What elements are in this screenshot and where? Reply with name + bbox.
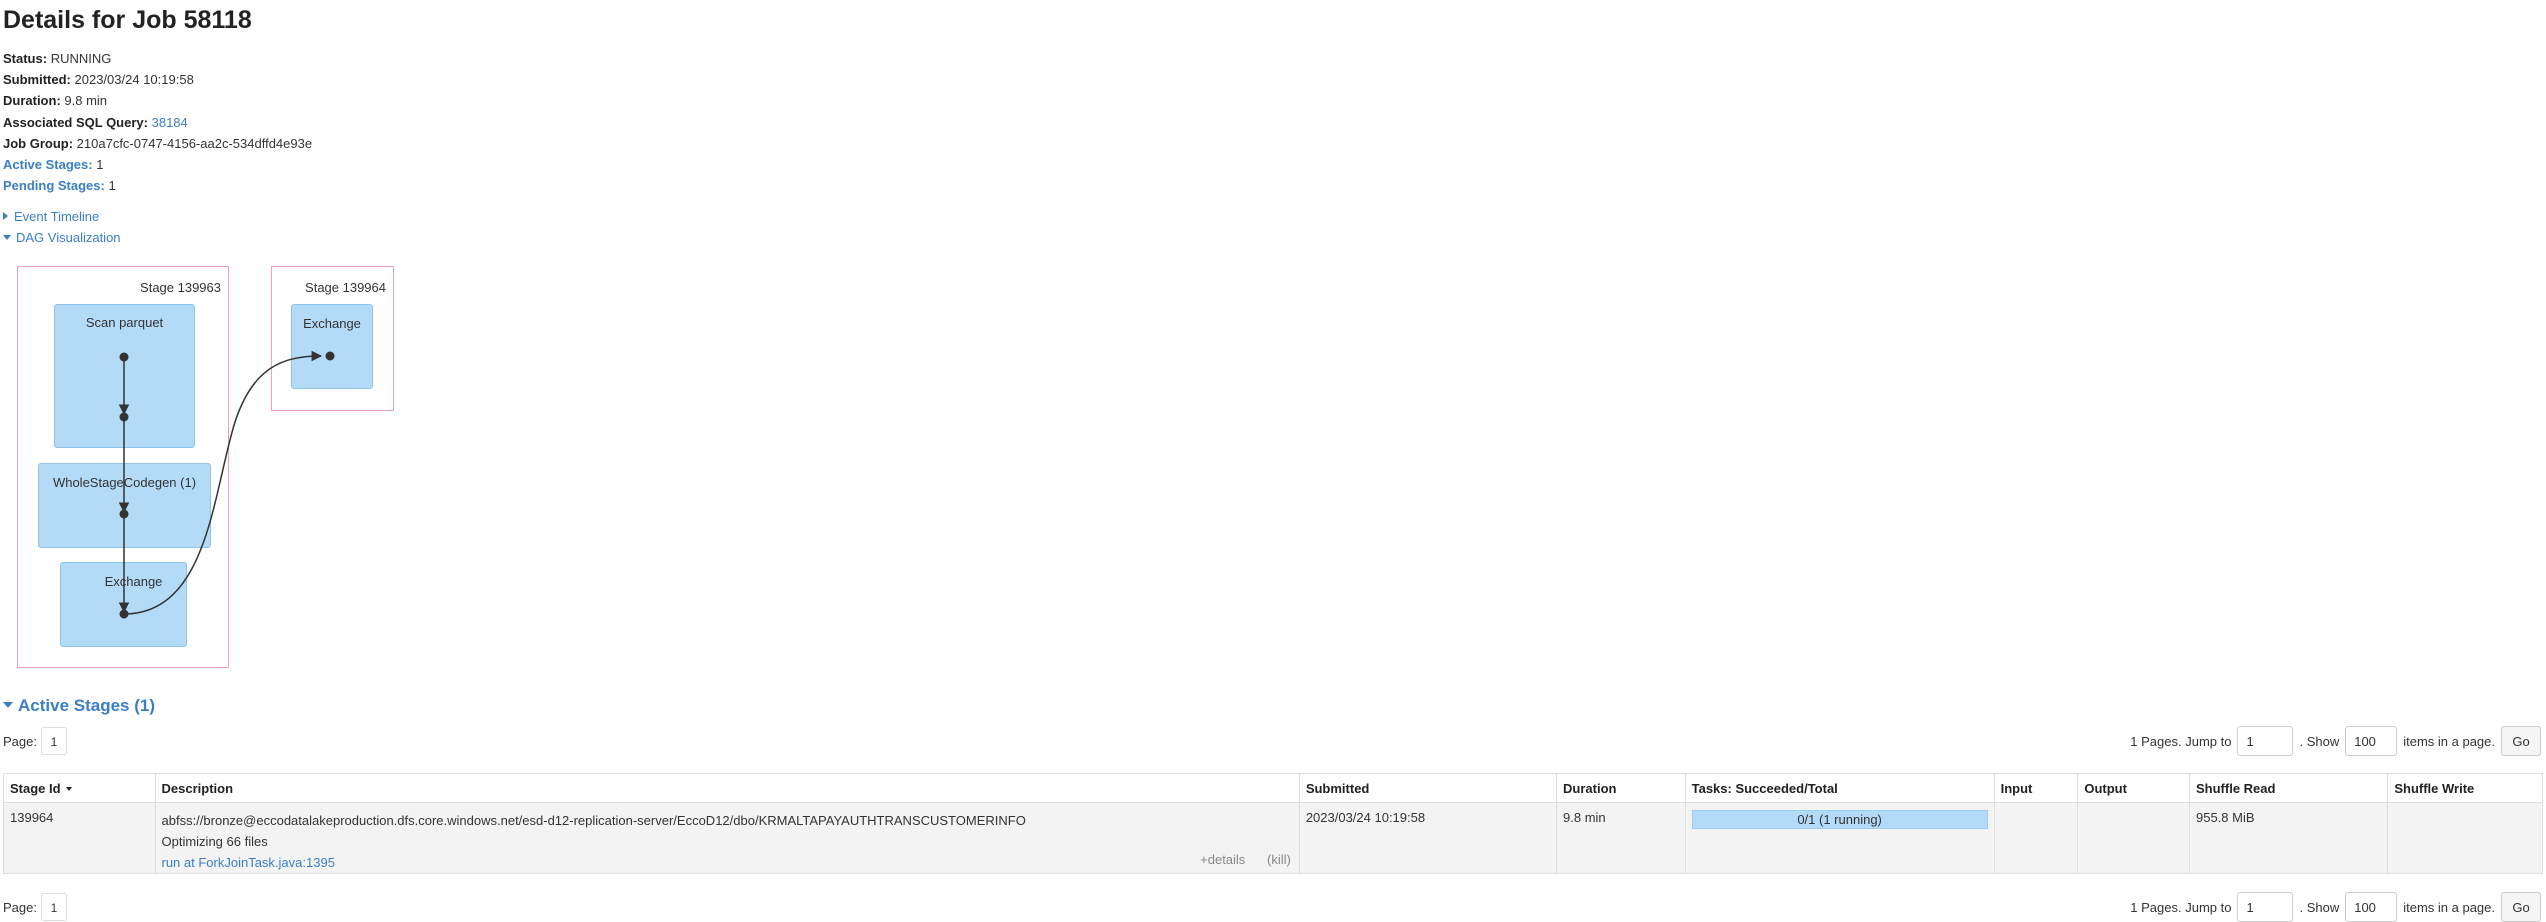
page-title: Details for Job 58118	[3, 6, 252, 34]
go-button[interactable]: Go	[2501, 892, 2541, 922]
cell-stage-id: 139964	[3, 802, 156, 874]
tasks-progress-bar: 0/1 (1 running)	[1691, 810, 1988, 829]
job-group-row: Job Group: 210a7cfc-0747-4156-aa2c-534df…	[3, 133, 312, 154]
pending-stages-row: Pending Stages: 1	[3, 175, 312, 196]
jump-to-page-input[interactable]	[2237, 726, 2294, 756]
cell-description: abfss://bronze@eccodatalakeproduction.df…	[154, 802, 1300, 874]
dag-node-scan-parquet[interactable]: Scan parquet	[54, 304, 195, 448]
status-value: RUNNING	[50, 51, 112, 66]
pending-stages-label: Pending Stages:	[3, 178, 105, 194]
column-label: Stage Id	[10, 780, 61, 796]
dag-visualization-toggle[interactable]: DAG Visualization	[3, 230, 121, 245]
event-timeline-label: Event Timeline	[14, 209, 100, 224]
duration-row: Duration: 9.8 min	[3, 90, 312, 111]
column-header-shuffle-write[interactable]: Shuffle Write	[2387, 773, 2543, 803]
pager-top-left: Page: 1	[3, 727, 67, 755]
dag-node-exchange-1[interactable]: Exchange	[60, 562, 187, 647]
submitted-row: Submitted: 2023/03/24 10:19:58	[3, 69, 312, 90]
pager-bottom-right: 1 Pages. Jump to . Show items in a page.…	[2130, 892, 2541, 922]
duration-label: Duration:	[3, 93, 61, 109]
sql-query-link[interactable]: 38184	[152, 115, 188, 130]
page-size-input[interactable]	[2345, 726, 2398, 756]
description-path: abfss://bronze@eccodatalakeproduction.df…	[161, 813, 1026, 828]
column-header-duration[interactable]: Duration	[1556, 773, 1686, 803]
stage-label: Stage 139963	[140, 280, 221, 295]
page-label: Page:	[3, 733, 37, 749]
node-label: WholeStageCodegen (1)	[52, 475, 197, 490]
column-header-description[interactable]: Description	[154, 773, 1300, 803]
cell-tasks: 0/1 (1 running)	[1684, 802, 1995, 874]
cell-input	[1993, 802, 2079, 874]
sort-desc-icon	[65, 786, 72, 791]
caret-right-icon	[3, 212, 8, 220]
active-stages-value: 1	[96, 157, 104, 173]
active-stages-heading-text: Active Stages (1)	[18, 696, 155, 715]
table-row: 139964 abfss://bronze@eccodatalakeproduc…	[3, 802, 2543, 874]
pager-bottom-left: Page: 1	[3, 893, 67, 921]
dag-visualization: Stage 139963 Scan parquet WholeStageCode…	[3, 262, 403, 672]
active-stages-row: Active Stages: 1	[3, 154, 312, 175]
jump-to-page-input[interactable]	[2237, 892, 2294, 922]
cell-shuffle-read: 955.8 MiB	[2188, 802, 2389, 874]
cell-output	[2077, 802, 2190, 874]
active-stages-label: Active Stages:	[3, 157, 93, 173]
column-header-stage-id[interactable]: Stage Id	[3, 773, 156, 803]
table-header-row: Stage Id Description Submitted Duration …	[3, 773, 2543, 803]
active-stages-table: Stage Id Description Submitted Duration …	[3, 773, 2543, 874]
column-header-shuffle-read[interactable]: Shuffle Read	[2188, 773, 2389, 803]
items-text: items in a page.	[2403, 899, 2495, 915]
node-label: Exchange	[104, 574, 163, 589]
page-size-input[interactable]	[2345, 892, 2398, 922]
stage-label: Stage 139964	[305, 280, 386, 295]
column-header-input[interactable]: Input	[1993, 773, 2079, 803]
show-text: . Show	[2299, 733, 2340, 749]
description-link[interactable]: run at ForkJoinTask.java:1395	[162, 855, 335, 870]
active-stages-heading[interactable]: Active Stages (1)	[3, 696, 155, 716]
details-toggle[interactable]: +details	[1200, 852, 1245, 867]
submitted-value: 2023/03/24 10:19:58	[74, 72, 194, 88]
description-actions: +details (kill)	[1200, 852, 1291, 867]
job-summary: Status: RUNNING Submitted: 2023/03/24 10…	[3, 48, 312, 196]
description-note: Optimizing 66 files	[161, 834, 268, 849]
pending-stages-link[interactable]: Pending Stages:	[3, 178, 105, 193]
duration-value: 9.8 min	[64, 93, 108, 109]
pages-text: 1 Pages. Jump to	[2130, 899, 2232, 915]
column-header-output[interactable]: Output	[2077, 773, 2190, 803]
submitted-label: Submitted:	[3, 72, 71, 88]
show-text: . Show	[2299, 899, 2340, 915]
cell-submitted: 2023/03/24 10:19:58	[1298, 802, 1558, 874]
event-timeline-toggle[interactable]: Event Timeline	[3, 209, 99, 224]
pages-text: 1 Pages. Jump to	[2130, 733, 2232, 749]
status-label: Status:	[3, 51, 48, 66]
sql-query-label: Associated SQL Query:	[3, 114, 148, 130]
caret-down-icon	[3, 702, 13, 708]
pending-stages-value: 1	[108, 178, 116, 194]
dag-node-exchange-2[interactable]: Exchange	[291, 304, 373, 389]
active-stages-link[interactable]: Active Stages:	[3, 157, 93, 172]
job-group-value: 210a7cfc-0747-4156-aa2c-534dffd4e93e	[76, 135, 313, 151]
dag-node-wholestagecodegen[interactable]: WholeStageCodegen (1)	[38, 463, 211, 548]
job-group-label: Job Group:	[3, 135, 74, 151]
pager-top-right: 1 Pages. Jump to . Show items in a page.…	[2130, 726, 2541, 756]
items-text: items in a page.	[2403, 733, 2495, 749]
page-label: Page:	[3, 899, 37, 915]
tasks-progress-text: 0/1 (1 running)	[1797, 812, 1882, 827]
caret-down-icon	[3, 235, 11, 240]
go-button[interactable]: Go	[2501, 726, 2541, 756]
sql-query-row: Associated SQL Query: 38184	[3, 112, 312, 133]
kill-link[interactable]: (kill)	[1267, 852, 1291, 867]
cell-shuffle-write	[2387, 802, 2543, 874]
page-number-button[interactable]: 1	[40, 893, 67, 921]
column-header-tasks[interactable]: Tasks: Succeeded/Total	[1684, 773, 1995, 803]
page-number-button[interactable]: 1	[40, 727, 67, 755]
dag-visualization-label: DAG Visualization	[16, 230, 121, 245]
status-row: Status: RUNNING	[3, 48, 312, 69]
node-label: Scan parquet	[85, 315, 164, 330]
column-header-submitted[interactable]: Submitted	[1298, 773, 1558, 803]
cell-duration: 9.8 min	[1556, 802, 1686, 874]
node-label: Exchange	[303, 316, 361, 331]
